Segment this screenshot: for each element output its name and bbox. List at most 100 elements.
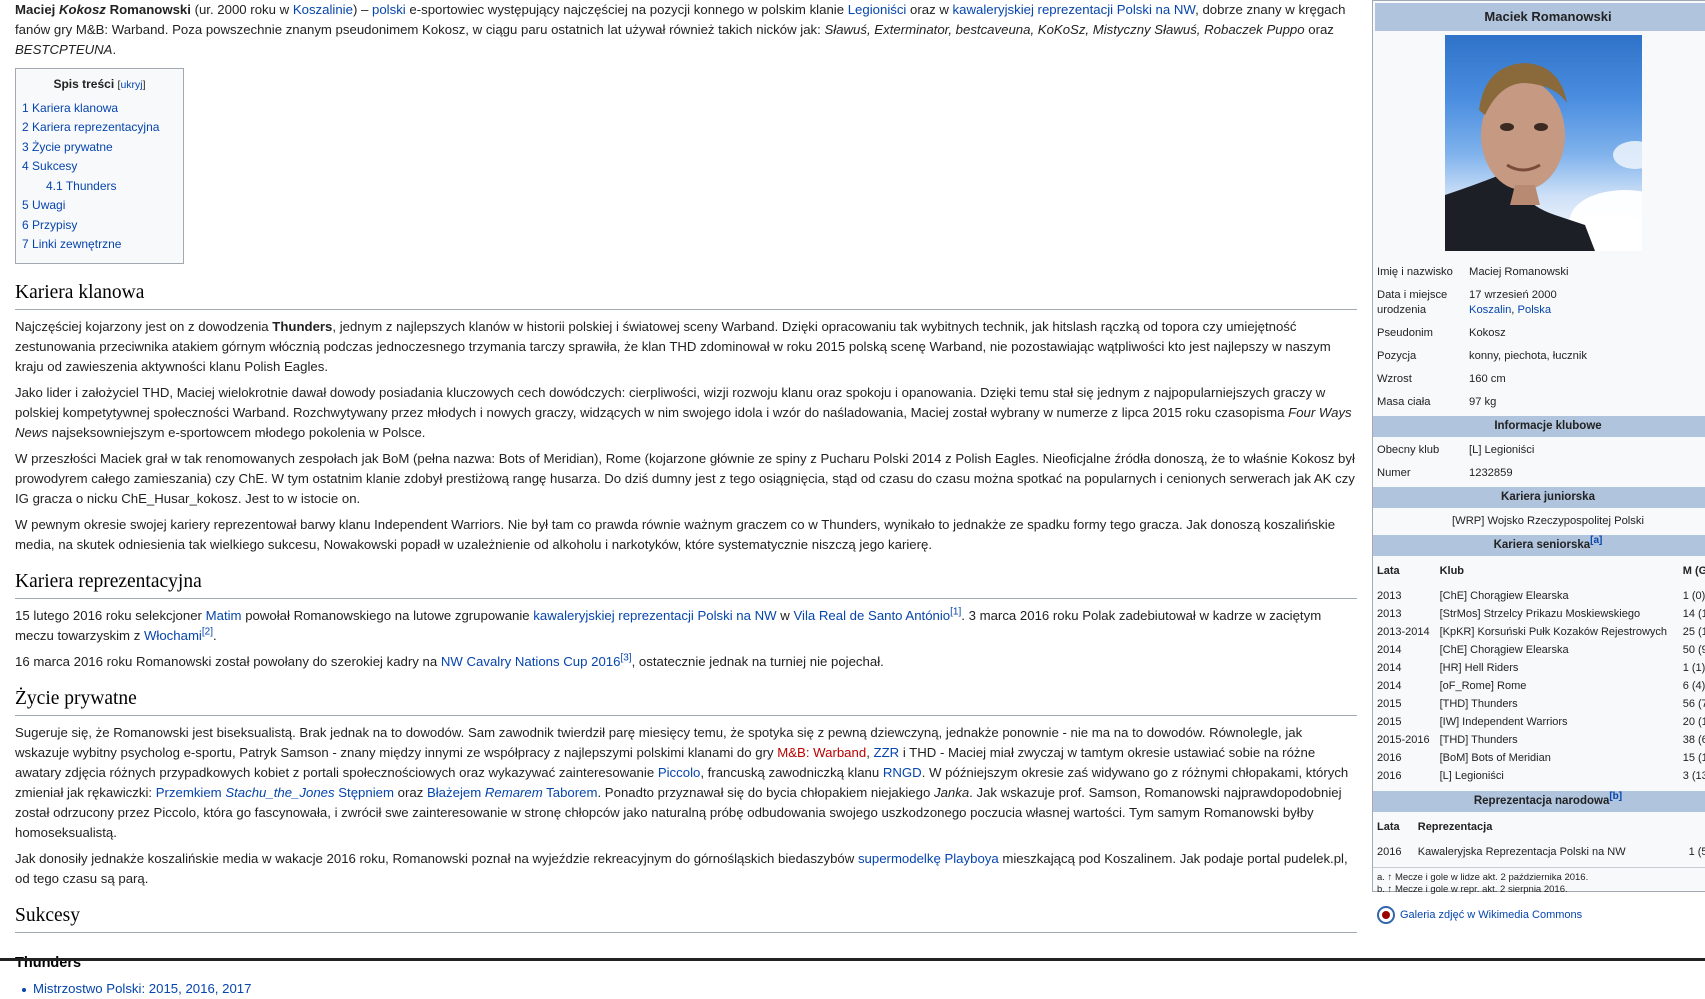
- link-piccolo[interactable]: Piccolo: [658, 765, 701, 780]
- toc-item[interactable]: 4.1 Thunders: [22, 177, 177, 197]
- toc-item[interactable]: 6 Przypisy: [22, 216, 177, 236]
- toc-toggle[interactable]: [ukryj]: [118, 79, 146, 91]
- link-zzr[interactable]: ZZR: [874, 745, 900, 760]
- toc-item[interactable]: 3 Życie prywatne: [22, 138, 177, 158]
- link-birth-city[interactable]: Koszalin: [1469, 304, 1511, 316]
- toc-item[interactable]: 2 Kariera reprezentacyjna: [22, 118, 177, 138]
- cell-year: 2016: [1377, 751, 1402, 764]
- toc-label[interactable]: Życie prywatne: [32, 140, 113, 154]
- infobox-title: Maciek Romanowski: [1375, 3, 1705, 31]
- cell-matches: 38 (68): [1682, 733, 1705, 746]
- paragraph: W pewnym okresie swojej kariery reprezen…: [15, 516, 1336, 552]
- toc-item[interactable]: 1 Kariera klanowa: [22, 99, 177, 119]
- section-heading-kariera-reprezentacyjna: Kariera reprezentacyjna: [15, 569, 1357, 599]
- link-rngd[interactable]: RNGD: [883, 765, 922, 780]
- link-legionisci[interactable]: Legioniści: [848, 2, 907, 17]
- link-przemek[interactable]: Przemkiem Stachu_the_Jones Stępniem: [156, 785, 394, 800]
- portrait-photo[interactable]: [1445, 35, 1642, 251]
- table-row: 2015 [THD] Thunders 56 (73): [1373, 695, 1705, 713]
- infobox-value: 160 cm: [1469, 373, 1506, 385]
- link-mistrzostwo-polski[interactable]: Mistrzostwo Polski: 2015, 2016, 2017: [33, 981, 251, 996]
- commons-link-row[interactable]: Galeria zdjęć w Wikimedia Commons: [1373, 900, 1705, 930]
- table-row: 2015 [IW] Independent Warriors 20 (17): [1373, 713, 1705, 731]
- table-row: 2016 Kawaleryjska Reprezentacja Polski n…: [1373, 843, 1705, 861]
- link-text-italic[interactable]: Remarem: [485, 785, 543, 800]
- link-kawaleryjska-reprezentacja[interactable]: kawaleryjskiej reprezentacji Polski na N…: [953, 2, 1196, 17]
- link-supermodelka[interactable]: supermodelkę Playboya: [858, 851, 999, 866]
- infobox-key: Masa ciała: [1377, 396, 1431, 408]
- toc-label[interactable]: Uwagi: [32, 198, 65, 212]
- ref-2[interactable]: [2]: [202, 626, 213, 637]
- toc-label[interactable]: Sukcesy: [32, 159, 77, 173]
- link-commons-gallery[interactable]: Galeria zdjęć w Wikimedia Commons: [1400, 908, 1582, 923]
- section-heading-kariera-klanowa: Kariera klanowa: [15, 280, 1357, 310]
- intro-nicks: Sławuś, Exterminator, bestcaveuna, KoKoS…: [824, 22, 1305, 37]
- section-heading-zycie-prywatne: Życie prywatne: [15, 686, 1357, 716]
- column-header-reprezentacja: Reprezentacja: [1417, 821, 1493, 833]
- toc-label[interactable]: Przypisy: [32, 218, 77, 232]
- toc-title-text: Spis treści: [53, 77, 115, 91]
- link-birth-country[interactable]: Polska: [1518, 304, 1552, 316]
- header-text: Kariera seniorska: [1493, 539, 1591, 551]
- link-vila-real[interactable]: Vila Real de Santo António: [793, 608, 950, 623]
- toc-item[interactable]: 7 Linki zewnętrzne: [22, 235, 177, 255]
- national-team-table: Lata Reprezentacja 2016 Kawaleryjska Rep…: [1373, 814, 1705, 861]
- ref-1[interactable]: [1]: [950, 606, 961, 617]
- cell-club: [oF_Rome] Rome: [1439, 679, 1527, 692]
- link-text[interactable]: Taborem: [543, 785, 597, 800]
- toc-num: 1: [22, 100, 29, 115]
- infobox-header-club: Informacje klubowe: [1373, 416, 1705, 437]
- toc-label[interactable]: Linki zewnętrzne: [32, 237, 121, 251]
- infobox-row: Wzrost 160 cm: [1373, 368, 1705, 391]
- birth-date: 17 wrzesień 2000: [1469, 289, 1557, 301]
- infobox-key: Data i miejsce urodzenia: [1377, 289, 1448, 316]
- link-text-italic[interactable]: Stachu_the_Jones: [225, 785, 334, 800]
- intro-text: (ur. 2000 roku w: [190, 2, 293, 17]
- cell-club: [HR] Hell Riders: [1439, 661, 1519, 674]
- infobox-header-national: Reprezentacja narodowa[b]: [1373, 791, 1705, 812]
- toc-item[interactable]: 4 Sukcesy: [22, 157, 177, 177]
- link-cavalry-nations-cup[interactable]: NW Cavalry Nations Cup 2016: [441, 654, 621, 669]
- cell-year: 2013: [1377, 607, 1402, 620]
- cell-year: 2014: [1377, 679, 1402, 692]
- link-polski[interactable]: polski: [372, 2, 406, 17]
- link-mb-warband[interactable]: M&B: Warband: [777, 745, 866, 760]
- ref-b[interactable]: [b]: [1609, 791, 1622, 802]
- paragraph: W przeszłości Maciek grał w tak renomowa…: [15, 450, 1355, 506]
- toc-item[interactable]: 5 Uwagi: [22, 196, 177, 216]
- paragraph-text: Jako lider i założyciel THD, Maciej wiel…: [15, 384, 1326, 420]
- link-blazej[interactable]: Błażejem Remarem Taborem: [427, 785, 598, 800]
- toc-label[interactable]: Kariera klanowa: [32, 101, 118, 115]
- toc-toggle-link[interactable]: ukryj: [120, 79, 142, 91]
- toc-label[interactable]: Thunders: [66, 179, 117, 193]
- link-text[interactable]: Przemkiem: [156, 785, 226, 800]
- link-koszalin[interactable]: Koszalinie: [293, 2, 353, 17]
- link-matim[interactable]: Matim: [206, 608, 242, 623]
- cell-year: 2013-2014: [1377, 625, 1430, 638]
- infobox-row: Data i miejsce urodzenia 17 wrzesień 2000…: [1373, 284, 1705, 322]
- link-kawaleryjska-reprezentacja[interactable]: kawaleryjskiej reprezentacji Polski na N…: [533, 608, 776, 623]
- cell-club: [KpKR] Korsuński Pułk Kozaków Rejestrowy…: [1439, 625, 1668, 638]
- italic-janka: Janka: [933, 784, 970, 800]
- article-content: Maciej Kokosz Romanowski (ur. 2000 roku …: [15, 0, 1357, 999]
- infobox-value: konny, piechota, łucznik: [1469, 350, 1587, 362]
- note-b: b. ↑ Mecze i gole w repr. akt. 2 sierpni…: [1377, 884, 1568, 895]
- table-of-contents: Spis treści [ukryj] 1 Kariera klanowa 2 …: [15, 68, 184, 264]
- table-row: 2013 [StrMos] Strzelcy Prikazu Moskiewski…: [1373, 605, 1705, 623]
- paragraph-text: w: [776, 607, 794, 623]
- paragraph: 15 lutego 2016 roku selekcjoner Matim po…: [15, 606, 1357, 646]
- infobox-row: Pozycja konny, piechota, łucznik: [1373, 345, 1705, 368]
- ref-3[interactable]: [3]: [620, 652, 631, 663]
- link-text[interactable]: Błażejem: [427, 785, 485, 800]
- cell-club: [BoM] Bots of Meridian: [1439, 751, 1551, 764]
- ref-a[interactable]: [a]: [1590, 535, 1602, 546]
- paragraph-text: 15 lutego 2016 roku selekcjoner: [15, 607, 206, 623]
- link-text[interactable]: Stępniem: [335, 785, 394, 800]
- table-row: 2013-2014 [KpKR] Korsuński Pułk Kozaków R…: [1373, 623, 1705, 641]
- infobox-value: 1232859: [1469, 467, 1513, 479]
- intro-text: oraz: [1304, 22, 1334, 37]
- column-header-mg: M (G): [1682, 565, 1705, 577]
- link-wlochy[interactable]: Włochami: [144, 628, 202, 643]
- toc-label[interactable]: Kariera reprezentacyjna: [32, 120, 159, 134]
- cell-matches: 56 (73): [1682, 697, 1705, 710]
